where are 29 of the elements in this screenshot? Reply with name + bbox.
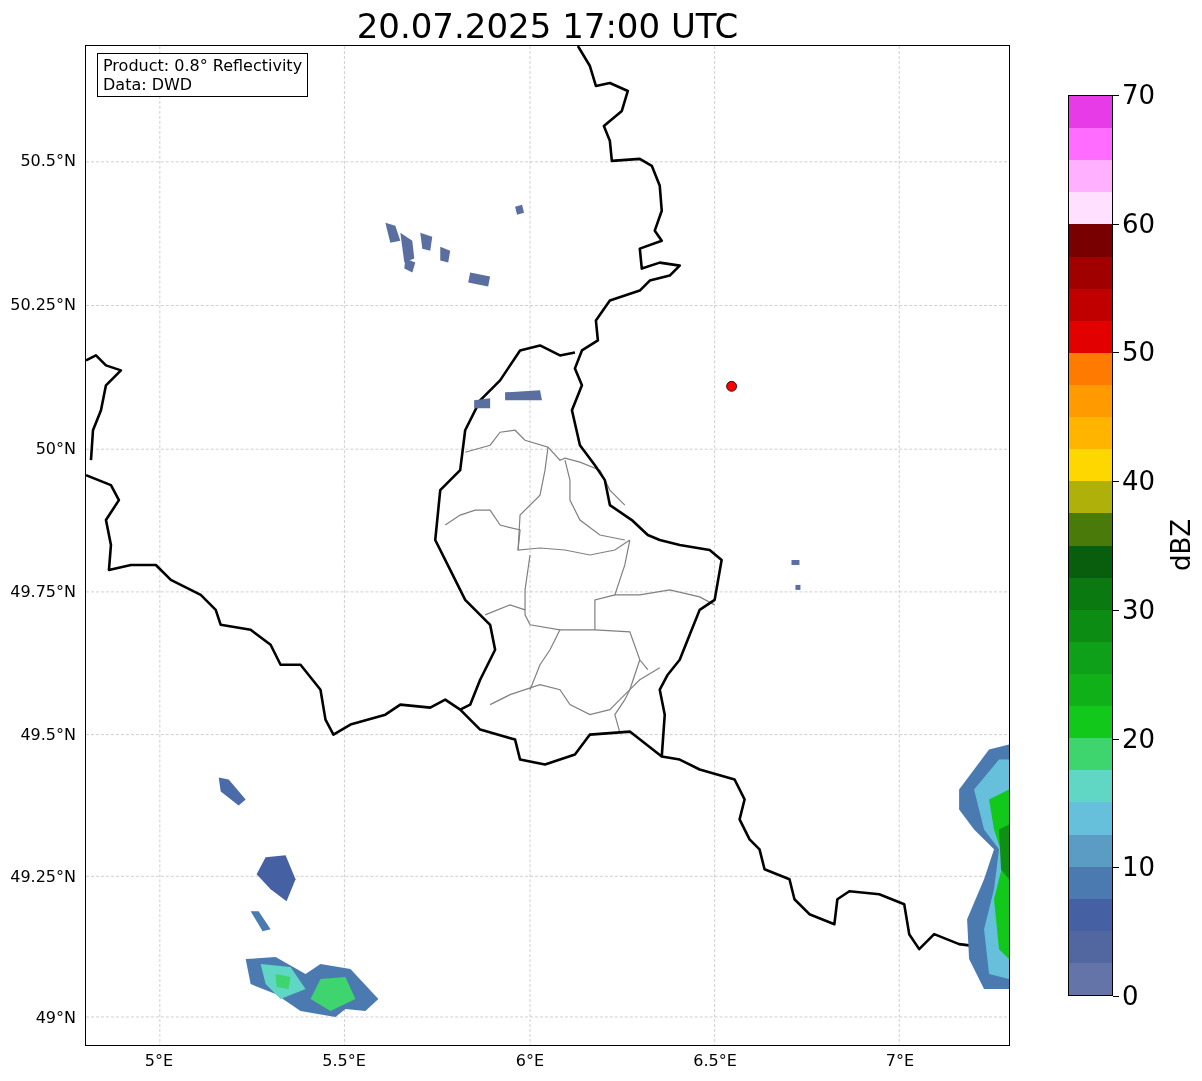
- longitude-label: 5.5°E: [321, 1052, 367, 1070]
- longitude-label: 6.5°E: [692, 1052, 738, 1070]
- latitude-label: 49.5°N: [19, 726, 76, 744]
- color-scale-tick-label: 30: [1122, 594, 1156, 625]
- color-scale-tick-label: 60: [1122, 208, 1156, 239]
- longitude-label: 5°E: [143, 1052, 175, 1070]
- color-scale-tick-label: 10: [1122, 852, 1156, 883]
- radar-echo-drawing: [218, 777, 246, 806]
- latitude-label: 49.25°N: [9, 868, 76, 886]
- radar-echo-drawing: [791, 559, 801, 590]
- latitude-label: 50°N: [34, 440, 76, 458]
- color-scale-tick-label: 40: [1122, 466, 1156, 497]
- color-scale-tick-label: 0: [1122, 981, 1139, 1011]
- latitude-label: 49.75°N: [9, 583, 76, 601]
- info-text: Data: DWD: [103, 75, 194, 94]
- color-scale-label: dBZ: [1166, 518, 1197, 572]
- radar-echo-drawing: [515, 204, 525, 215]
- location-marker: [726, 380, 737, 392]
- info-text: Product: 0.8° Reflectivity: [103, 56, 303, 75]
- longitude-label: 6°E: [514, 1052, 546, 1070]
- color-scale-tick-label: 50: [1122, 337, 1156, 368]
- chart-title: 20.07.2025 17:00 UTC: [355, 5, 740, 48]
- longitude-label: 7°E: [884, 1052, 916, 1070]
- latitude-label: 50.25°N: [9, 296, 76, 314]
- latitude-label: 49°N: [34, 1009, 76, 1027]
- latitude-label: 50.5°N: [19, 152, 76, 170]
- color-scale-tick-label: 70: [1122, 80, 1156, 110]
- radar-echo-drawing: [474, 390, 542, 409]
- color-scale-tick-label: 20: [1122, 723, 1156, 754]
